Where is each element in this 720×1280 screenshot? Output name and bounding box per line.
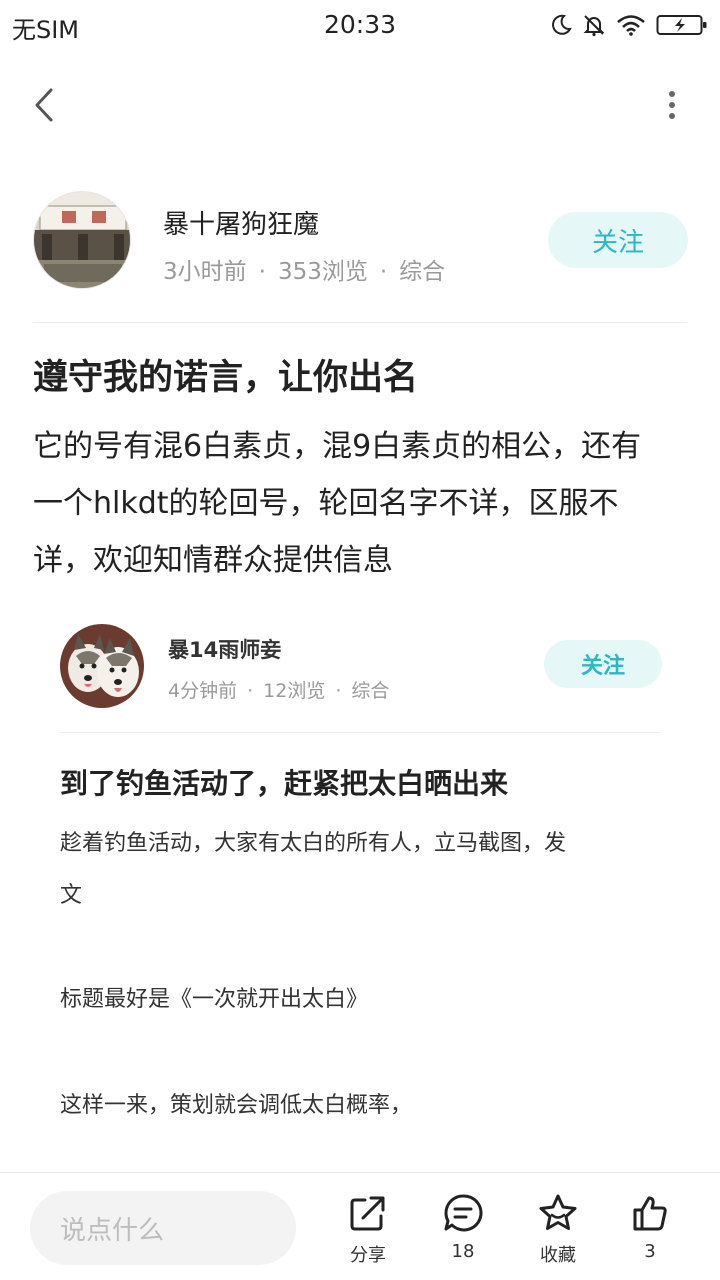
embedded-category: 综合 xyxy=(351,680,390,702)
embedded-avatar xyxy=(60,624,144,708)
author-header: 暴十屠狗狂魔 3小时前 · 353浏览 · 综合 关注 xyxy=(0,186,720,296)
embedded-author-meta: 4分钟前 · 12浏览 · 综合 xyxy=(168,676,389,703)
embedded-paragraph: 趁着钓鱼活动，大家有太白的所有人，立马截图，发 xyxy=(60,831,567,856)
post-body-line: 它的号有混6白素贞，混9白素贞的相公，还有 xyxy=(33,429,642,464)
nav-bar xyxy=(0,60,720,150)
favorite-button[interactable]: 收藏 xyxy=(523,1193,593,1273)
star-icon xyxy=(539,1194,577,1230)
more-vertical-icon xyxy=(669,91,675,119)
thumbs-up-icon xyxy=(633,1196,667,1231)
status-icons xyxy=(550,12,708,38)
header-divider xyxy=(33,322,687,323)
post-time: 3小时前 xyxy=(163,259,247,285)
meta-separator: · xyxy=(335,680,342,702)
embedded-paragraph: 这样一来，策划就会调低太白概率， xyxy=(60,1093,413,1118)
post-body-line: 详，欢迎知情群众提供信息 xyxy=(33,543,393,578)
like-count: 3 xyxy=(644,1241,656,1262)
avatar-image xyxy=(34,192,130,288)
post-body-line: 一个hlkdt的轮回号，轮回名字不详，区服不 xyxy=(33,486,619,521)
comment-button[interactable]: 18 xyxy=(428,1193,498,1273)
more-button[interactable] xyxy=(660,82,684,128)
view-count: 353浏览 xyxy=(277,259,368,285)
chevron-left-icon xyxy=(35,88,53,122)
post-image[interactable]: 暴14雨师妾 4分钟前 · 12浏览 · 综合 关注 到了钓鱼活动了，赶紧把太白晒出来 … xyxy=(33,622,687,1172)
husky-avatar-image xyxy=(60,624,144,708)
wifi-icon xyxy=(617,15,645,36)
embedded-view-count: 12浏览 xyxy=(263,680,326,702)
embedded-follow-button: 关注 xyxy=(544,640,662,688)
moon-icon xyxy=(552,14,572,35)
bell-muted-icon xyxy=(583,15,605,37)
embedded-post-time: 4分钟前 xyxy=(168,680,238,702)
battery-charging-icon xyxy=(656,15,707,35)
meta-separator: · xyxy=(379,259,388,285)
back-button[interactable] xyxy=(24,82,64,128)
favorite-label: 收藏 xyxy=(540,1245,576,1266)
author-meta: 3小时前 · 353浏览 · 综合 xyxy=(163,252,445,286)
follow-button[interactable]: 关注 xyxy=(548,212,688,268)
comment-count: 18 xyxy=(451,1241,475,1262)
meta-separator: · xyxy=(247,680,254,702)
embedded-author-name: 暴14雨师妾 xyxy=(168,638,282,662)
embedded-paragraph: 标题最好是《一次就开出太白》 xyxy=(60,987,369,1012)
share-button[interactable]: 分享 xyxy=(333,1193,403,1273)
post-body: 它的号有混6白素贞，混9白素贞的相公，还有 一个hlkdt的轮回号，轮回名字不详… xyxy=(33,418,687,589)
author-name[interactable]: 暴十屠狗狂魔 xyxy=(163,204,319,241)
comment-input[interactable]: 说点什么 xyxy=(30,1191,296,1265)
embedded-post-title: 到了钓鱼活动了，赶紧把太白晒出来 xyxy=(60,767,509,800)
bottom-action-bar: 说点什么 分享 18 收藏 3 xyxy=(0,1172,720,1280)
share-label: 分享 xyxy=(350,1245,386,1266)
post-title: 遵守我的诺言，让你出名 xyxy=(33,358,419,398)
author-avatar[interactable] xyxy=(33,191,131,289)
share-icon xyxy=(350,1196,385,1231)
post-category[interactable]: 综合 xyxy=(399,259,445,285)
like-button[interactable]: 3 xyxy=(615,1193,685,1273)
meta-separator: · xyxy=(258,259,266,285)
status-bar: 无SIM 20:33 xyxy=(0,0,720,52)
comment-icon xyxy=(444,1194,483,1232)
embedded-divider xyxy=(60,732,660,733)
embedded-paragraph: 文 xyxy=(60,883,83,908)
